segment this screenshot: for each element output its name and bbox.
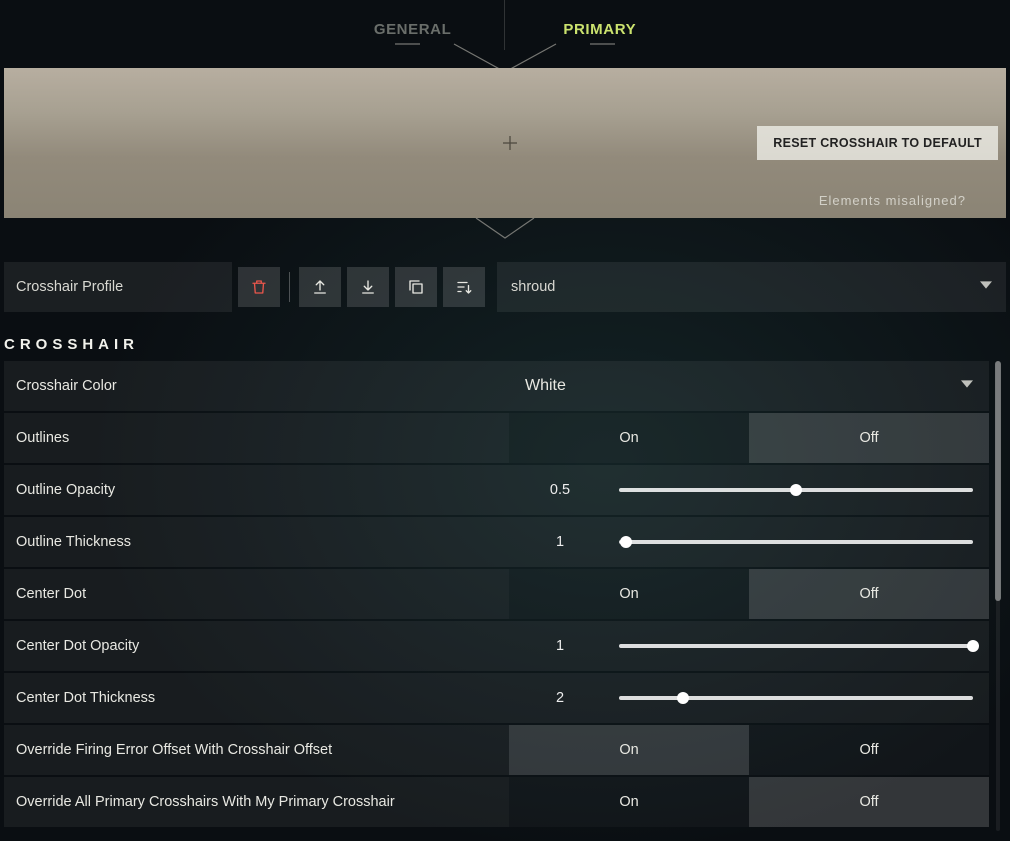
center-dot-thickness-slider[interactable] xyxy=(619,688,973,708)
row-crosshair-color: Crosshair Color White xyxy=(4,361,989,411)
profile-selected-value: shroud xyxy=(511,279,555,295)
override-firing-on[interactable]: On xyxy=(509,725,749,775)
profile-label: Crosshair Profile xyxy=(4,262,232,312)
outline-thickness-value: 1 xyxy=(525,534,595,550)
export-profile-button[interactable] xyxy=(299,267,341,307)
label-outlines: Outlines xyxy=(4,413,509,463)
reset-crosshair-button[interactable]: RESET CROSSHAIR TO DEFAULT xyxy=(757,126,998,160)
toggle-center-dot: On Off xyxy=(509,569,989,619)
section-header-crosshair: CROSSHAIR xyxy=(4,336,1006,353)
label-override-firing: Override Firing Error Offset With Crossh… xyxy=(4,725,509,775)
row-outline-opacity: Outline Opacity 0.5 xyxy=(4,465,989,515)
row-override-all: Override All Primary Crosshairs With My … xyxy=(4,777,989,827)
row-outline-thickness: Outline Thickness 1 xyxy=(4,517,989,567)
label-override-all: Override All Primary Crosshairs With My … xyxy=(4,777,509,827)
center-dot-opacity-value: 1 xyxy=(525,638,595,654)
toggle-override-all: On Off xyxy=(509,777,989,827)
settings-panel: Crosshair Color White Outlines On Off Ou… xyxy=(4,361,1006,827)
label-center-dot-opacity: Center Dot Opacity xyxy=(4,621,509,671)
outlines-on[interactable]: On xyxy=(509,413,749,463)
tab-primary[interactable]: PRIMARY xyxy=(557,3,642,58)
center-dot-off[interactable]: Off xyxy=(749,569,989,619)
tab-general[interactable]: GENERAL xyxy=(368,3,458,58)
outline-thickness-slider[interactable] xyxy=(619,532,973,552)
chevron-down-icon xyxy=(961,377,973,395)
chevron-down-icon xyxy=(980,279,992,295)
outlines-off[interactable]: Off xyxy=(749,413,989,463)
crosshair-color-value: White xyxy=(525,377,566,395)
toggle-outlines: On Off xyxy=(509,413,989,463)
row-override-firing: Override Firing Error Offset With Crossh… xyxy=(4,725,989,775)
center-dot-opacity-slider[interactable] xyxy=(619,636,973,656)
import-profile-button[interactable] xyxy=(347,267,389,307)
row-center-dot-thickness: Center Dot Thickness 2 xyxy=(4,673,989,723)
label-center-dot: Center Dot xyxy=(4,569,509,619)
center-dot-on[interactable]: On xyxy=(509,569,749,619)
override-firing-off[interactable]: Off xyxy=(749,725,989,775)
delete-profile-button[interactable] xyxy=(238,267,280,307)
row-outlines: Outlines On Off xyxy=(4,413,989,463)
row-center-dot-opacity: Center Dot Opacity 1 xyxy=(4,621,989,671)
label-center-dot-thickness: Center Dot Thickness xyxy=(4,673,509,723)
copy-profile-button[interactable] xyxy=(395,267,437,307)
tab-separator xyxy=(504,0,505,50)
override-all-on[interactable]: On xyxy=(509,777,749,827)
center-dot-thickness-value: 2 xyxy=(525,690,595,706)
label-outline-thickness: Outline Thickness xyxy=(4,517,509,567)
elements-misaligned-link[interactable]: Elements misaligned? xyxy=(819,193,966,208)
separator xyxy=(289,272,290,302)
outline-opacity-value: 0.5 xyxy=(525,482,595,498)
crosshair-preview: RESET CROSSHAIR TO DEFAULT Elements misa… xyxy=(4,68,1006,218)
label-crosshair-color: Crosshair Color xyxy=(4,361,509,411)
override-all-off[interactable]: Off xyxy=(749,777,989,827)
scrollbar-thumb[interactable] xyxy=(995,361,1001,601)
crosshair-color-dropdown[interactable]: White xyxy=(509,361,989,411)
download-icon xyxy=(359,278,377,296)
sort-profiles-button[interactable] xyxy=(443,267,485,307)
outline-opacity-slider[interactable] xyxy=(619,480,973,500)
settings-screen: GENERAL PRIMARY RESET CROSSHAIR TO DEFAU… xyxy=(0,0,1010,841)
preview-chevron xyxy=(0,218,1010,240)
row-center-dot: Center Dot On Off xyxy=(4,569,989,619)
copy-icon xyxy=(407,278,425,296)
sort-icon xyxy=(455,278,473,296)
toggle-override-firing: On Off xyxy=(509,725,989,775)
profile-bar: Crosshair Profile shroud xyxy=(4,262,1006,312)
upload-icon xyxy=(311,278,329,296)
tabs-bar: GENERAL PRIMARY xyxy=(0,0,1010,60)
crosshair-icon xyxy=(507,140,513,146)
profile-dropdown[interactable]: shroud xyxy=(497,262,1006,312)
label-outline-opacity: Outline Opacity xyxy=(4,465,509,515)
trash-icon xyxy=(250,278,268,296)
